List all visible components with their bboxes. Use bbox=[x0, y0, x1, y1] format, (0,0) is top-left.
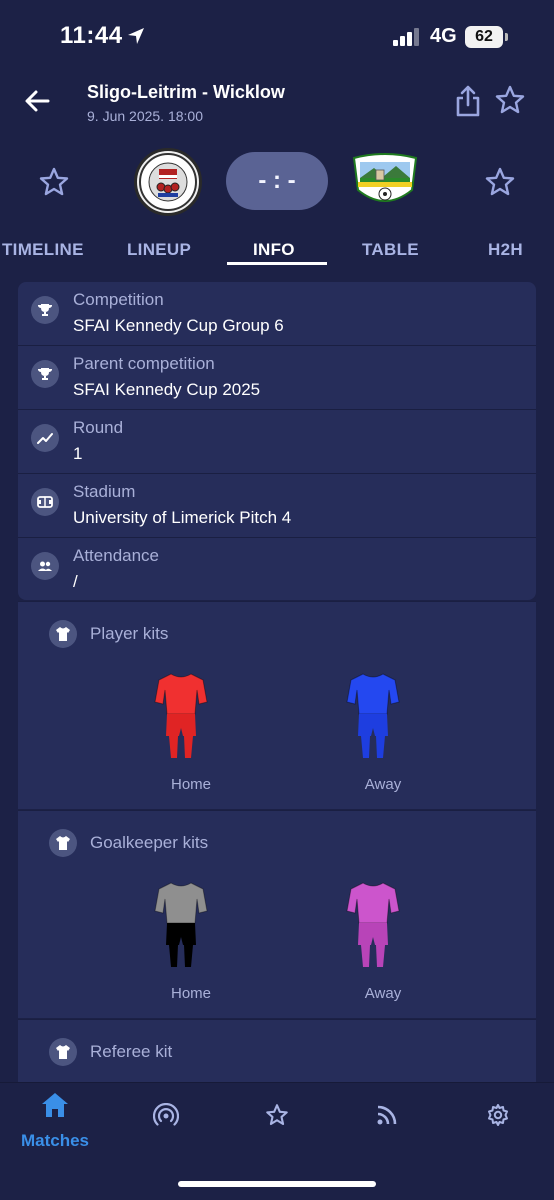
info-row-stadium[interactable]: Stadium University of Limerick Pitch 4 bbox=[18, 474, 536, 538]
signal-icon bbox=[393, 28, 419, 46]
info-label: Attendance bbox=[73, 546, 160, 565]
info-value: 1 bbox=[73, 444, 83, 463]
section-title: Player kits bbox=[90, 624, 169, 643]
favorite-match-star-icon[interactable] bbox=[494, 84, 526, 116]
away-team-crest[interactable] bbox=[350, 150, 420, 212]
home-indicator bbox=[178, 1181, 376, 1187]
feed-icon bbox=[377, 1105, 397, 1125]
kit-label-home: Home bbox=[170, 985, 211, 1002]
shirt-icon bbox=[49, 829, 77, 857]
kit-label-home: Home bbox=[170, 776, 211, 793]
trend-icon bbox=[31, 424, 59, 452]
favorite-away-team-star-icon[interactable] bbox=[484, 166, 516, 198]
info-value: University of Limerick Pitch 4 bbox=[73, 508, 292, 527]
share-icon[interactable] bbox=[454, 84, 482, 118]
home-crest-graphic bbox=[139, 153, 197, 211]
info-row-parent-competition[interactable]: Parent competition SFAI Kennedy Cup 2025 bbox=[18, 346, 536, 410]
kit-label-away: Away bbox=[364, 776, 402, 793]
match-tabs: TIMELINE LINEUP INFO TABLE H2H bbox=[0, 236, 554, 270]
tab-timeline[interactable]: TIMELINE bbox=[2, 240, 84, 260]
nav-matches[interactable]: Matches bbox=[15, 1091, 95, 1150]
away-goalkeeper-kit bbox=[343, 879, 403, 973]
nav-live[interactable] bbox=[126, 1091, 206, 1134]
info-label: Competition bbox=[73, 290, 164, 309]
info-label: Stadium bbox=[73, 482, 136, 501]
info-value: / bbox=[73, 572, 78, 591]
tab-lineup[interactable]: LINEUP bbox=[127, 240, 191, 260]
info-row-round[interactable]: Round 1 bbox=[18, 410, 536, 474]
tab-info[interactable]: INFO bbox=[253, 240, 295, 260]
trophy-icon bbox=[31, 360, 59, 388]
score-display: - : - bbox=[226, 152, 328, 210]
home-player-kit bbox=[151, 670, 211, 764]
status-time: 11:44 bbox=[60, 22, 123, 49]
info-value: SFAI Kennedy Cup Group 6 bbox=[73, 316, 284, 335]
player-kits-section: Player kits Home Away bbox=[18, 601, 536, 809]
section-title: Goalkeeper kits bbox=[90, 833, 209, 852]
tab-h2h[interactable]: H2H bbox=[488, 240, 523, 260]
referee-kit-section: Referee kit bbox=[18, 1019, 536, 1082]
shirt-icon bbox=[49, 1038, 77, 1066]
battery-tip bbox=[505, 33, 508, 41]
info-label: Parent competition bbox=[73, 354, 215, 373]
match-datetime: 9. Jun 2025. 18:00 bbox=[87, 108, 203, 124]
info-row-attendance[interactable]: Attendance / bbox=[18, 538, 536, 600]
star-icon bbox=[266, 1104, 288, 1126]
nav-settings[interactable] bbox=[458, 1091, 538, 1132]
away-player-kit bbox=[343, 670, 403, 764]
home-icon bbox=[42, 1093, 68, 1117]
live-icon bbox=[152, 1102, 180, 1126]
info-value: SFAI Kennedy Cup 2025 bbox=[73, 380, 261, 399]
nav-label: Matches bbox=[20, 1131, 90, 1150]
home-goalkeeper-kit bbox=[151, 879, 211, 973]
nav-news[interactable] bbox=[347, 1091, 427, 1132]
battery-indicator: 62 bbox=[465, 26, 503, 48]
tab-table[interactable]: TABLE bbox=[362, 240, 419, 260]
stadium-icon bbox=[31, 488, 59, 516]
goalkeeper-kits-section: Goalkeeper kits Home Away bbox=[18, 810, 536, 1018]
people-icon bbox=[31, 552, 59, 580]
home-team-crest[interactable] bbox=[134, 148, 202, 216]
match-info-card: Competition SFAI Kennedy Cup Group 6 Par… bbox=[18, 282, 536, 600]
back-arrow-icon[interactable] bbox=[22, 86, 52, 116]
kit-label-away: Away bbox=[364, 985, 402, 1002]
shirt-icon bbox=[49, 620, 77, 648]
section-title: Referee kit bbox=[90, 1042, 173, 1061]
favorite-home-team-star-icon[interactable] bbox=[38, 166, 70, 198]
match-header: Sligo-Leitrim - Wicklow 9. Jun 2025. 18:… bbox=[0, 76, 554, 136]
location-arrow-icon bbox=[128, 28, 144, 44]
info-row-competition[interactable]: Competition SFAI Kennedy Cup Group 6 bbox=[18, 282, 536, 346]
match-score-row: - : - bbox=[0, 142, 554, 222]
network-type: 4G bbox=[430, 25, 457, 47]
nav-favorites[interactable] bbox=[237, 1091, 317, 1132]
trophy-icon bbox=[31, 296, 59, 324]
away-crest-graphic bbox=[352, 153, 418, 202]
info-label: Round bbox=[73, 418, 124, 437]
page-title: Sligo-Leitrim - Wicklow bbox=[87, 82, 285, 102]
gear-icon bbox=[488, 1104, 508, 1126]
status-bar: 11:44 4G 62 bbox=[0, 0, 554, 76]
active-tab-indicator bbox=[227, 262, 327, 265]
